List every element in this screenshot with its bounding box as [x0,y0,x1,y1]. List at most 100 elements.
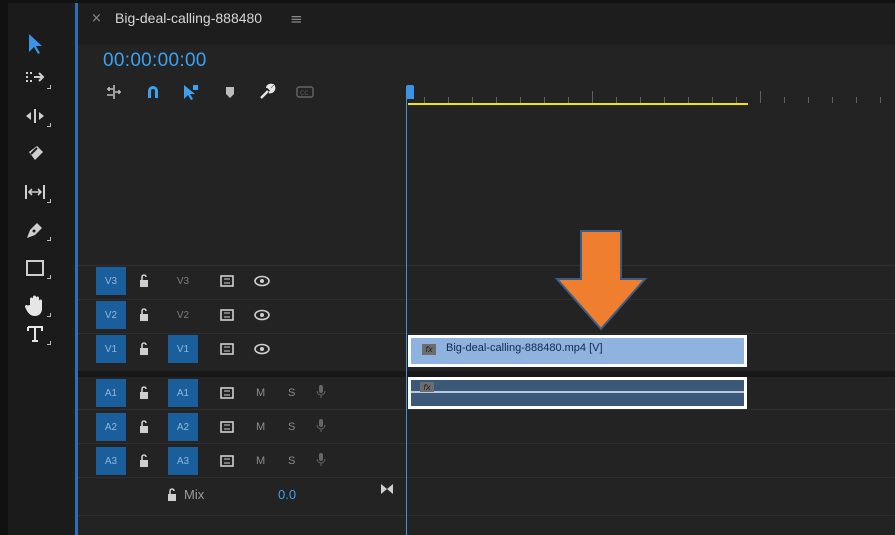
type-tool-icon[interactable] [22,321,51,347]
ruler-tick [880,97,881,103]
voice-over-mic-icon[interactable] [316,452,326,471]
track-divider [78,515,895,516]
ruler-tick [424,97,425,103]
lock-track-icon[interactable] [138,307,152,323]
track-divider [78,299,895,300]
mute-track-button[interactable]: M [256,455,265,467]
mix-track-label: Mix [184,487,205,502]
selection-tool-icon[interactable] [22,31,48,57]
voice-over-mic-icon[interactable] [316,384,326,403]
orange-down-arrow-annotation [553,229,649,337]
mix-volume-value[interactable]: 0.0 [278,487,296,502]
panel-menu-icon[interactable]: ≡ [290,10,303,28]
track-target-a1[interactable]: A1 [168,379,198,407]
source-patch-v3[interactable]: V3 [96,267,126,295]
ruler-tick [664,97,665,103]
snap-magnet-icon[interactable] [142,83,164,101]
track-select-forward-tool-icon[interactable] [22,65,51,91]
track-divider [78,409,895,410]
track-divider [78,265,895,266]
insert-sequence-nest-icon[interactable] [103,83,125,101]
ruler-tick [832,97,833,103]
sync-lock-icon[interactable] [220,343,234,358]
ruler-tick [544,97,545,103]
track-target-a3[interactable]: A3 [168,447,198,475]
ruler-tick [712,97,713,103]
svg-text:CC: CC [300,90,308,97]
linked-selection-icon[interactable] [180,83,202,101]
mute-track-button[interactable]: M [256,421,265,433]
lock-track-icon[interactable] [138,453,152,469]
solo-track-button[interactable]: S [288,387,295,399]
lock-track-icon[interactable] [138,341,152,357]
track-divider [78,333,895,334]
solo-track-button[interactable]: S [288,421,295,433]
ruler-tick [856,97,857,103]
hand-tool-icon[interactable] [22,293,51,319]
ruler-tick [688,97,689,103]
lock-track-icon[interactable] [138,385,152,401]
work-area-bar[interactable] [408,103,748,105]
add-marker-icon[interactable] [219,83,241,101]
track-divider [78,477,895,478]
sync-lock-icon[interactable] [220,421,234,436]
rectangle-tool-icon[interactable] [22,255,51,281]
voice-over-mic-icon[interactable] [316,418,326,437]
ruler-tick [592,91,593,103]
audio-clip-body[interactable] [411,380,744,406]
track-target-v3[interactable]: V3 [168,267,198,295]
ruler-tick [520,97,521,103]
ruler-tick [784,97,785,103]
ruler-tick [448,97,449,103]
lock-track-icon[interactable] [138,273,152,289]
ruler-tick [640,97,641,103]
source-patch-a2[interactable]: A2 [96,413,126,441]
lock-track-icon[interactable] [138,419,152,435]
source-patch-a3[interactable]: A3 [96,447,126,475]
audio-waveform [411,391,744,393]
track-target-a2[interactable]: A2 [168,413,198,441]
sequence-tab-title[interactable]: Big-deal-calling-888480 [115,10,262,26]
track-target-v1[interactable]: V1 [168,335,198,363]
razor-tool-icon[interactable] [22,141,48,167]
slip-tool-icon[interactable] [22,179,51,205]
toggle-output-eye-icon[interactable] [254,275,270,290]
playhead-timecode[interactable]: 00:00:00:00 [103,50,207,72]
settings-wrench-icon[interactable] [256,83,278,101]
ruler-tick [808,97,809,103]
audio-clip[interactable]: fx [408,377,747,409]
video-clip[interactable]: fx Big-deal-calling-888480.mp4 [V] [408,335,747,367]
ripple-edit-tool-icon[interactable] [22,103,51,129]
playhead-line[interactable] [406,99,407,535]
ruler-tick [616,97,617,103]
mute-track-button[interactable]: M [256,387,265,399]
track-target-v2[interactable]: V2 [168,301,198,329]
toggle-output-eye-icon[interactable] [254,309,270,324]
sync-lock-icon[interactable] [220,275,234,290]
pen-tool-icon[interactable] [22,217,51,243]
sync-lock-icon[interactable] [220,455,234,470]
track-divider [78,443,895,444]
captions-icon[interactable]: CC [294,83,316,101]
mix-lock-icon[interactable] [166,487,178,506]
ruler-tick [568,97,569,103]
ruler-tick [472,97,473,103]
solo-track-button[interactable]: S [288,455,295,467]
close-tab-icon[interactable]: × [91,11,102,26]
time-ruler[interactable] [408,89,895,107]
fx-badge: fx [422,344,436,355]
ruler-tick [736,97,737,103]
playhead-handle[interactable] [406,85,414,99]
sync-lock-icon[interactable] [220,309,234,324]
toggle-output-eye-icon[interactable] [254,343,270,358]
window-edge [0,3,8,535]
end-of-track-icon[interactable] [380,483,394,499]
sync-lock-icon[interactable] [220,387,234,402]
premiere-timeline-window: × Big-deal-calling-888480 ≡ 00:00:00:00 … [0,0,895,535]
ruler-tick [760,91,761,103]
ruler-tick [496,97,497,103]
tools-panel [8,3,72,535]
source-patch-v2[interactable]: V2 [96,301,126,329]
source-patch-a1[interactable]: A1 [96,379,126,407]
source-patch-v1[interactable]: V1 [96,335,126,363]
